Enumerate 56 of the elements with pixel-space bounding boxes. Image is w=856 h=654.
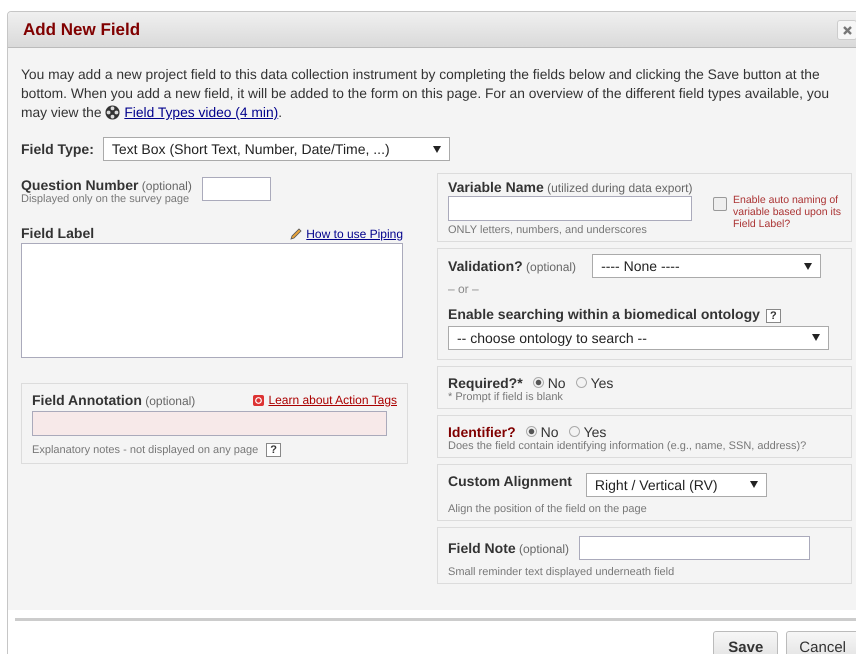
- intro-text: You may add a new project field to this data collection instrument by completing the fields below and clicking the Save button at the bottom. When you add a new field, it will be added to the form on this page. For an overview of the different field types available, you may view the Field Types video (4 min).: [21, 66, 830, 122]
- film-reel-icon: [105, 105, 120, 120]
- radio-label[interactable]: Yes: [584, 424, 606, 440]
- radio-button[interactable]: [532, 377, 544, 388]
- ontology-label: Enable searching within a biomedical ontology: [448, 306, 760, 322]
- dialog-title: Add New Field: [23, 20, 140, 40]
- piping-help-link[interactable]: How to use Piping: [306, 227, 403, 241]
- field-label-label: Field Label: [21, 225, 94, 241]
- cancel-button[interactable]: Cancel: [786, 631, 856, 654]
- field-type-label: Field Type:: [21, 141, 94, 157]
- radio-button[interactable]: [568, 426, 580, 438]
- radio-label[interactable]: No: [548, 374, 566, 391]
- required-note: * Prompt if field is blank: [448, 390, 564, 403]
- identifier-label: Identifier?: [448, 424, 516, 440]
- radio-label[interactable]: No: [540, 424, 559, 440]
- dropdown[interactable]: -- choose ontology to search --: [448, 326, 829, 350]
- variable-name-label: Variable Name (utilized during data export): [448, 181, 692, 195]
- custom-alignment-label: Custom Alignment: [448, 472, 572, 489]
- field-note-note: Small reminder text displayed underneath field: [448, 566, 676, 578]
- pencil-icon: [290, 228, 302, 240]
- radio-button[interactable]: [526, 426, 537, 438]
- field-note-input[interactable]: [579, 536, 810, 560]
- radio-label[interactable]: Yes: [590, 374, 614, 391]
- caret-icon: [812, 334, 820, 342]
- required-label: Required?*: [448, 374, 523, 391]
- field-types-video-link[interactable]: Field Types video (4 min): [124, 105, 278, 120]
- or-separator: – or –: [448, 282, 480, 296]
- field-annotation-input[interactable]: [32, 411, 387, 436]
- dropdown[interactable]: Text Box (Short Text, Number, Date/Time, ...): [102, 137, 450, 161]
- save-button[interactable]: Save: [713, 631, 778, 654]
- custom-alignment-note: Align the position of the field on the page: [448, 502, 648, 515]
- caret-icon: [804, 262, 812, 270]
- help-button[interactable]: ?: [766, 308, 781, 323]
- identifier-note: Does the field contain identifying information (e.g., name, SSN, address)?: [448, 440, 808, 452]
- variable-name-input[interactable]: [448, 196, 692, 221]
- radio-button[interactable]: [576, 377, 587, 388]
- at-sign-icon: [253, 394, 264, 406]
- caret-icon: [432, 146, 441, 152]
- close-button[interactable]: [837, 20, 856, 40]
- field-annotation-label: Field Annotation (optional): [32, 392, 196, 408]
- question-number-note: Displayed only on the survey page: [21, 193, 190, 205]
- variable-name-note: ONLY letters, numbers, and underscores: [448, 224, 648, 236]
- field-annotation-note: Explanatory notes - not displayed on any page: [32, 444, 258, 456]
- checkbox[interactable]: [713, 197, 727, 211]
- question-number-label: Question Number (optional): [21, 179, 192, 193]
- auto-naming-label: Enable auto naming of variable based upon its Field Label?: [733, 194, 841, 230]
- dropdown[interactable]: ---- None ----: [592, 254, 822, 278]
- close-icon: [842, 26, 852, 34]
- help-button[interactable]: ?: [266, 442, 281, 457]
- question-number-field[interactable]: [202, 177, 271, 201]
- action-tags-link[interactable]: Learn about Action Tags: [268, 393, 397, 407]
- field-label-input[interactable]: [21, 243, 403, 358]
- dropdown[interactable]: Right / Vertical (RV): [586, 472, 767, 497]
- field-note-label: Field Note (optional): [448, 540, 570, 556]
- validation-label: Validation? (optional): [448, 258, 576, 274]
- caret-icon: [750, 481, 758, 488]
